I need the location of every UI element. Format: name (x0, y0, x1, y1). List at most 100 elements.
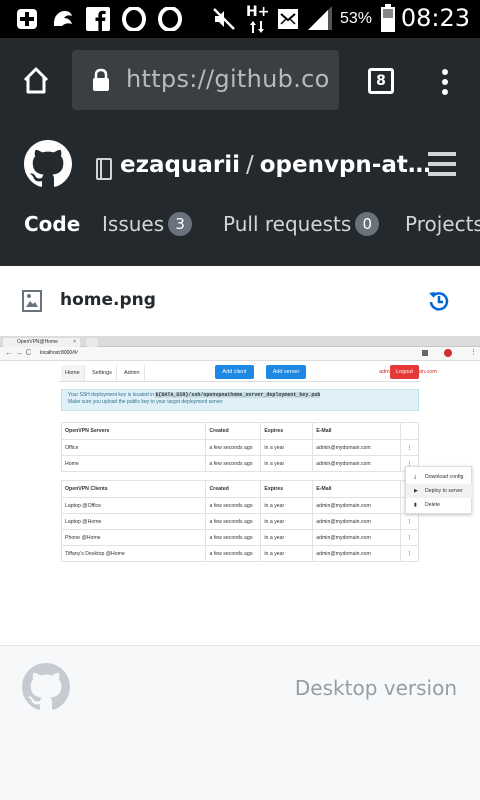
image-ext-icon (444, 349, 452, 357)
download-icon: ⤓ (414, 474, 417, 480)
image-row-menu-icon: ⋮ (400, 439, 419, 456)
tab-issues[interactable]: Issues 3 (102, 212, 193, 236)
clock: 08:23 (400, 4, 470, 32)
image-cell: in a year (260, 497, 314, 514)
opera-icon (122, 6, 146, 36)
image-cell: in a year (260, 545, 314, 562)
table-row: Tiffany's Desktop @Home a few seconds ag… (60, 545, 419, 562)
desktop-version-link[interactable]: Desktop version (295, 676, 457, 700)
repo-icon (96, 158, 112, 185)
play-icon: ▶ (414, 488, 418, 494)
table-row: Home a few seconds ago in a year admin@m… (60, 455, 419, 472)
overflow-menu-icon[interactable] (440, 68, 450, 101)
image-col-expires: Expires (260, 480, 314, 498)
image-col-created: Created (205, 480, 262, 498)
image-ext-icon (422, 350, 428, 356)
browser-toolbar: https://github.com/ 8 (0, 38, 480, 124)
message-icon (278, 9, 298, 34)
signal-icon (308, 6, 332, 35)
github-logo-icon[interactable] (24, 140, 72, 193)
home-icon[interactable] (22, 66, 50, 99)
battery-percent: 53% (340, 10, 373, 27)
image-servers-header: OpenVPN Servers (60, 422, 207, 440)
image-nav-admin: Admin (120, 365, 145, 381)
url-text: https://github.com/ (126, 65, 330, 93)
table-row: Laptop @Home a few seconds ago in a year… (60, 513, 419, 530)
network-type-icon: H+ (246, 4, 270, 20)
image-clients-header: OpenVPN Clients (60, 480, 207, 498)
tab-projects[interactable]: Projects (405, 212, 480, 236)
image-browser-tab: OpenVPN@Home × (3, 338, 80, 347)
repo-name-link[interactable]: openvpn-at… (260, 152, 431, 178)
battery-icon (380, 4, 396, 37)
image-cell: a few seconds ago (205, 497, 262, 514)
image-cell: admin@mydomain.com (312, 529, 401, 546)
image-col-actions (400, 422, 419, 440)
image-logout-button: Logout (390, 365, 419, 379)
history-icon[interactable] (428, 290, 450, 317)
image-cell: in a year (260, 439, 314, 456)
github-footer-logo-icon[interactable] (22, 663, 70, 716)
url-bar[interactable]: https://github.com/ (72, 50, 339, 110)
image-cell: a few seconds ago (205, 439, 262, 456)
image-cell: Tiffany's Desktop @Home (60, 545, 207, 562)
repo-owner-link[interactable]: ezaquarii (120, 152, 240, 178)
image-nav-home: Home (61, 365, 85, 381)
lock-icon (92, 68, 110, 97)
hamburger-menu-icon[interactable] (428, 152, 456, 181)
image-app-nav: Home Settings Admin Add client Add serve… (59, 362, 437, 382)
image-menu-label: Delete (425, 502, 440, 508)
table-row: Laptop @Office a few seconds ago in a ye… (60, 497, 419, 514)
image-cell: admin@mydomain.com (312, 497, 401, 514)
image-row-menu-icon: ⋮ (400, 529, 419, 546)
image-row-menu-icon: ⋮ (400, 513, 419, 530)
image-new-tab-icon (86, 338, 98, 347)
trash-icon: ▮ (414, 502, 417, 508)
plus-box-icon (16, 8, 38, 35)
tab-pull-requests[interactable]: Pull requests 0 (223, 212, 380, 236)
issues-count-badge: 3 (168, 212, 193, 236)
image-menu-label: Deploy to server (425, 488, 463, 494)
image-alert-code: ${DATA_DIR}/ssh/openvpnathome_server_dep… (155, 392, 321, 398)
image-cell: in a year (260, 455, 314, 472)
image-address-bar: ← → C localhost:8000/#/ ⋮ (0, 347, 480, 361)
image-menu-delete: ▮ Delete (406, 498, 472, 512)
image-add-client-button: Add client (215, 365, 254, 379)
image-col-email: E-Mail (312, 422, 402, 440)
image-cell: in a year (260, 513, 314, 530)
table-row: Phone @Home a few seconds ago in a year … (60, 529, 419, 546)
image-menu-label: Download config (425, 474, 464, 480)
image-menu-icon: ⋮ (470, 349, 477, 356)
image-tab-title: OpenVPN@Home (17, 339, 58, 345)
image-col-created: Created (205, 422, 262, 440)
file-image: OpenVPN@Home × ← → C localhost:8000/#/ ⋮ … (0, 336, 480, 574)
status-bar: H+ 53% 08:23 (0, 0, 480, 38)
image-cell: Office (60, 439, 207, 456)
image-cell: Phone @Home (60, 529, 207, 546)
image-cell: Home (60, 455, 207, 472)
image-cell: a few seconds ago (205, 545, 262, 562)
tab-code[interactable]: Code (24, 212, 80, 236)
uc-browser-icon (50, 6, 76, 37)
repo-path-separator: / (245, 152, 254, 178)
image-cell: in a year (260, 529, 314, 546)
facebook-icon (86, 7, 110, 36)
image-file-icon (22, 290, 42, 317)
image-menu-download: ⤓ Download config (406, 470, 472, 484)
image-cell: admin@mydomain.com (312, 513, 401, 530)
page-footer: Desktop version (0, 646, 480, 800)
mute-icon (212, 7, 236, 36)
image-tab-close-icon: × (73, 339, 76, 345)
image-col-expires: Expires (260, 422, 314, 440)
image-add-server-button: Add server (266, 365, 306, 379)
image-cell: admin@mydomain.com (312, 439, 402, 456)
image-cell: a few seconds ago (205, 529, 262, 546)
image-nav-settings: Settings (88, 365, 117, 381)
tabs-icon[interactable]: 8 (368, 68, 394, 94)
file-name: home.png (60, 290, 156, 310)
image-menu-deploy: ▶ Deploy to server (406, 484, 472, 498)
repo-header: ezaquarii / openvpn-at… Code Issues 3 Pull … (0, 124, 480, 266)
data-arrows-icon (250, 20, 264, 39)
image-clients-table: OpenVPN Clients Created Expires E-Mail L… (60, 480, 419, 562)
image-col-email: E-Mail (312, 480, 401, 498)
